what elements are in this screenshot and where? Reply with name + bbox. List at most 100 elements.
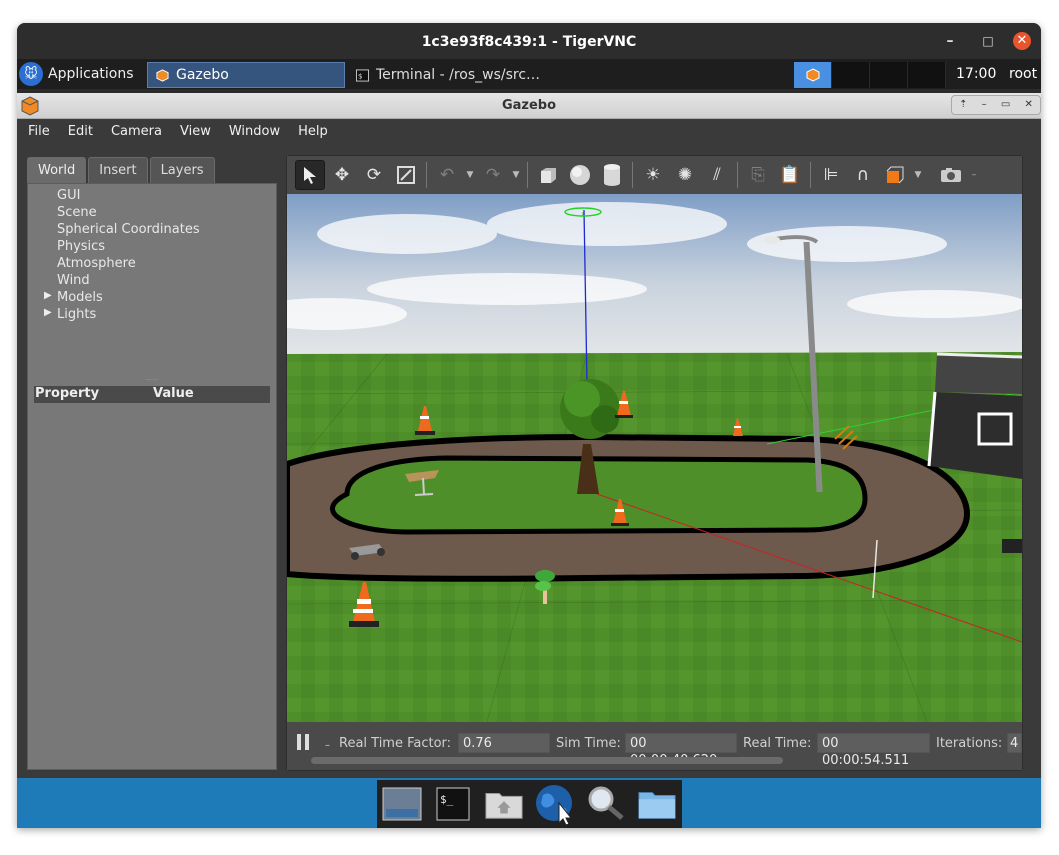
user-label[interactable]: root [1009, 66, 1037, 82]
menu-camera[interactable]: Camera [102, 119, 171, 145]
toolbar: ✥ ⟳ ↶ ▼ ↷ ▼ ☀ ✺ ⫽ ⎘ 📋 ⊫ ∩ ▼ – [287, 156, 1022, 194]
close-icon[interactable]: ✕ [1013, 32, 1031, 50]
insert-sphere-button[interactable] [565, 160, 595, 190]
expand-arrow-icon[interactable]: ▶ [44, 290, 52, 301]
paste-button[interactable]: 📋 [775, 160, 805, 190]
tree-item-gui[interactable]: GUI [34, 188, 272, 205]
task-gazebo[interactable]: Gazebo [147, 62, 345, 88]
expand-arrow-icon[interactable]: ▶ [44, 307, 52, 318]
screenshot-button[interactable] [936, 160, 966, 190]
home-folder-icon [485, 793, 523, 819]
toolbar-overflow-icon[interactable]: – [968, 160, 980, 190]
workspace-4[interactable] [908, 62, 946, 88]
align-icon: ⊫ [823, 165, 839, 185]
svg-text:$_: $_ [440, 793, 454, 806]
spot-light-button[interactable]: ✺ [670, 160, 700, 190]
clock[interactable]: 17:00 [956, 66, 996, 82]
task-terminal[interactable]: $ Terminal - /ros_ws/src… [348, 62, 548, 88]
dock-item-browser[interactable] [535, 784, 575, 825]
toolbar-separator [426, 162, 427, 188]
tree-item-spherical-coordinates[interactable]: Spherical Coordinates [34, 222, 272, 239]
sim-time-value: 00 00:00:40.620 [625, 733, 737, 768]
view-angle-button[interactable] [880, 160, 910, 190]
undo-button[interactable]: ↶ [432, 160, 462, 190]
workspace-3[interactable] [870, 62, 908, 88]
gazebo-title: Gazebo [501, 98, 557, 113]
dock-item-search[interactable] [586, 784, 626, 824]
status-horizontal-scrollbar[interactable] [311, 757, 783, 764]
vnc-titlebar: 1c3e93f8c439:1 - TigerVNC – □ ✕ [17, 23, 1041, 59]
tree-item-label: Scene [57, 205, 97, 220]
screenshot-icon [941, 168, 961, 182]
minimize-icon[interactable]: – [982, 92, 987, 118]
dock-item-home[interactable] [484, 784, 524, 824]
workspace-2[interactable] [832, 62, 870, 88]
tree-item-atmosphere[interactable]: Atmosphere [34, 256, 272, 273]
building-model [927, 352, 1022, 479]
menu-window[interactable]: Window [220, 119, 289, 145]
maximize-icon[interactable]: ▭ [1001, 92, 1010, 118]
step-icon[interactable]: – [325, 740, 330, 751]
snap-icon: ∩ [856, 165, 870, 185]
gazebo-window-controls: ⇡ – ▭ ✕ [951, 95, 1041, 115]
tree-item-label: Atmosphere [57, 256, 136, 271]
redo-button[interactable]: ↷ [478, 160, 508, 190]
maximize-icon[interactable]: □ [979, 32, 997, 50]
tab-insert[interactable]: Insert [88, 157, 148, 183]
menu-edit[interactable]: Edit [59, 119, 102, 145]
scale-mode-button[interactable] [391, 160, 421, 190]
snap-button[interactable]: ∩ [848, 160, 878, 190]
insert-box-button[interactable] [533, 160, 563, 190]
gazebo-body: File Edit Camera View Window Help World … [17, 119, 1041, 778]
tab-layers[interactable]: Layers [149, 157, 215, 183]
menu-help[interactable]: Help [289, 119, 337, 145]
copy-button[interactable]: ⎘ [743, 160, 773, 190]
menu-file[interactable]: File [19, 119, 59, 145]
view-angle-icon [886, 166, 904, 184]
gazebo-app-icon [21, 96, 39, 116]
dock-item-terminal[interactable]: $_ [433, 784, 473, 824]
tree-item-physics[interactable]: Physics [34, 239, 272, 256]
tree-item-label: Models [57, 290, 103, 305]
align-button[interactable]: ⊫ [816, 160, 846, 190]
terminal-icon: $_ [436, 787, 470, 821]
vnc-window: 1c3e93f8c439:1 - TigerVNC – □ ✕ 🐭 Applic… [17, 23, 1041, 828]
directional-light-button[interactable]: ⫽ [702, 160, 732, 190]
tree-item-lights[interactable]: ▶ Lights [34, 307, 272, 324]
close-icon[interactable]: ✕ [1025, 92, 1033, 118]
dock-item-folder[interactable] [637, 784, 677, 824]
redo-history-dropdown[interactable]: ▼ [510, 160, 522, 190]
workspace-1[interactable] [794, 62, 832, 88]
chevron-down-icon: ▼ [466, 170, 474, 180]
select-mode-button[interactable] [295, 160, 325, 190]
insert-cylinder-button[interactable] [597, 160, 627, 190]
point-light-button[interactable]: ☀ [638, 160, 668, 190]
dock-bar: $_ [377, 780, 682, 828]
tree-item-scene[interactable]: Scene [34, 205, 272, 222]
menu-view[interactable]: View [171, 119, 220, 145]
dock-item-desktop[interactable] [382, 784, 422, 824]
translate-mode-button[interactable]: ✥ [327, 160, 357, 190]
3d-viewport[interactable] [287, 194, 1022, 722]
view-angle-dropdown[interactable]: ▼ [912, 160, 924, 190]
real-time-factor-label: Real Time Factor: [339, 736, 452, 751]
rotate-mode-button[interactable]: ⟳ [359, 160, 389, 190]
edge-vehicle-model [1002, 539, 1022, 553]
real-time-factor-value: 0.76 [458, 733, 550, 753]
pause-icon[interactable] [296, 734, 310, 750]
left-panel: World Insert Layers GUI Scene Spherical … [27, 157, 277, 770]
applications-menu-button[interactable]: 🐭 Applications [19, 61, 140, 87]
value-column-header: Value [153, 386, 194, 401]
tab-world[interactable]: World [27, 157, 87, 183]
minimize-icon[interactable]: – [941, 32, 959, 50]
status-bar: – Real Time Factor: 0.76 Sim Time: 00 00… [287, 722, 1022, 770]
shade-icon[interactable]: ⇡ [959, 92, 967, 118]
tree-item-models[interactable]: ▶ Models [34, 290, 272, 307]
task-gazebo-label: Gazebo [176, 67, 229, 83]
translate-icon: ✥ [334, 165, 350, 185]
panel-splitter-handle[interactable]: ······· [28, 378, 276, 385]
tree-item-label: Spherical Coordinates [57, 222, 200, 237]
undo-history-dropdown[interactable]: ▼ [464, 160, 476, 190]
tree-item-wind[interactable]: Wind [34, 273, 272, 290]
spot-light-icon: ✺ [677, 165, 693, 185]
